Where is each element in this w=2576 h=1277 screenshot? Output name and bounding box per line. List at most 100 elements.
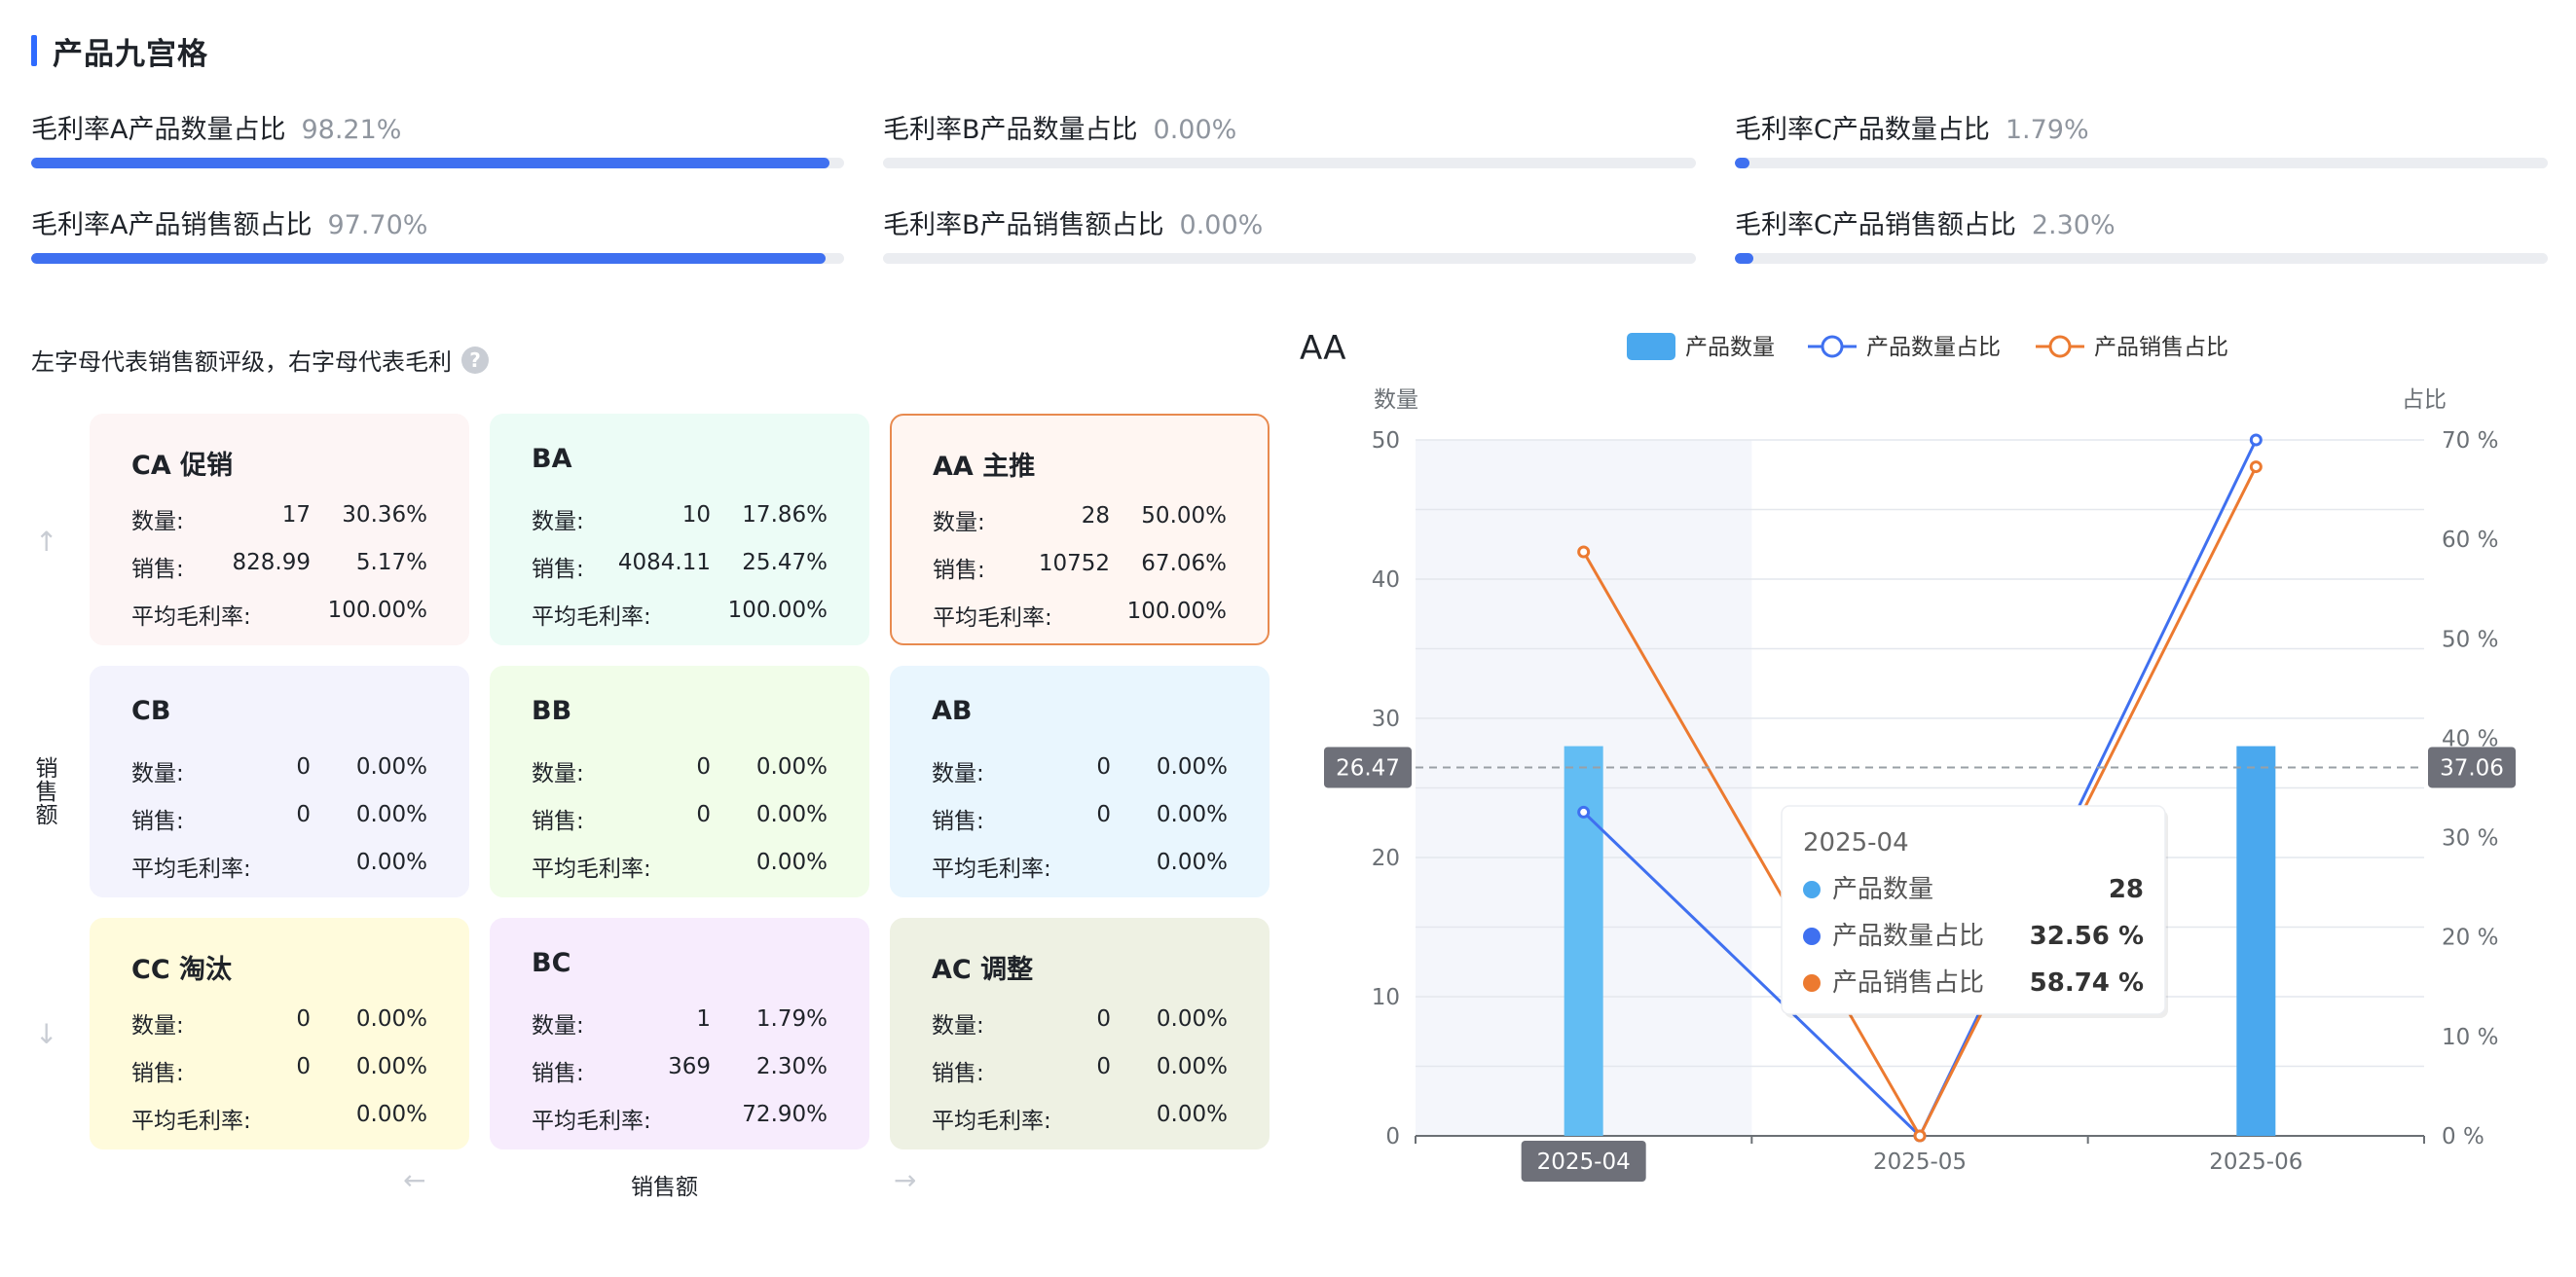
- tooltip-dot: [1803, 974, 1821, 992]
- grid-cell[interactable]: BA 数量: 10 17.86% 销售: 4084.11 25.47% 平均毛利率: 100.0…: [490, 414, 869, 645]
- progress-track: [883, 158, 1696, 168]
- tooltip: [1781, 805, 2166, 1015]
- right-arrow-icon: →: [894, 1164, 917, 1196]
- grid-cell[interactable]: AC 调整数量: 0 0.00% 销售: 0 0.00% 平均毛利率: 0.00%: [890, 918, 1270, 1149]
- down-arrow-icon: ↓: [35, 1018, 58, 1050]
- cell-row-value: 0: [1096, 1006, 1111, 1032]
- y-tick-label: 50: [1372, 428, 1400, 454]
- cell-row: 平均毛利率: 100.00%: [131, 598, 427, 630]
- tooltip-row-name: 产品销售占比: [1832, 968, 1984, 998]
- cell-row-label: 数量:: [532, 761, 584, 786]
- title-accent-bar: [31, 35, 37, 66]
- cell-row-value: 1: [696, 1006, 711, 1032]
- line-point: [1913, 1129, 1927, 1143]
- cell-row-value: 369: [668, 1054, 711, 1079]
- cell-row-label: 数量:: [933, 510, 985, 535]
- tooltip-row-value: 28: [2109, 875, 2144, 904]
- ratio-percent: 97.70%: [327, 210, 428, 240]
- cell-row-value: 0: [296, 754, 311, 780]
- cell-row-value: 0: [696, 754, 711, 780]
- cell-row-label: 平均毛利率:: [131, 1109, 251, 1134]
- cell-row-value: 828.99: [232, 550, 311, 575]
- cell-row-value: 100.00%: [1126, 599, 1227, 624]
- cell-row: 销售: 0 0.00%: [532, 802, 828, 834]
- cell-row-label: 数量:: [532, 1013, 584, 1039]
- legend-swatch-bar: [1627, 333, 1675, 360]
- y-tick-label: 30: [1372, 707, 1400, 732]
- y2-tick-label: 30 %: [2442, 826, 2498, 852]
- cell-row-label: 数量:: [932, 1013, 984, 1039]
- x-tick-label: 2025-04: [1537, 1149, 1631, 1175]
- cell-row: 数量: 17 30.36%: [131, 502, 427, 534]
- cell-title: BA: [532, 444, 572, 474]
- cell-row-label: 销售:: [933, 558, 985, 583]
- cell-row-percent: 1.79%: [755, 1006, 828, 1032]
- cell-row-label: 数量:: [131, 509, 184, 534]
- y2-tick-label: 60 %: [2442, 528, 2498, 553]
- ratio-label: 毛利率B产品数量占比 0.00%: [883, 113, 1696, 148]
- left-arrow-icon: ←: [403, 1164, 426, 1196]
- chart-title: AA: [1300, 329, 1346, 368]
- ratio-label: 毛利率C产品销售额占比 2.30%: [1735, 208, 2548, 243]
- bar: [1564, 746, 1603, 1136]
- cell-row-label: 数量:: [131, 761, 184, 786]
- cell-row-value: 0.00%: [355, 850, 427, 875]
- grid-cell[interactable]: BC 数量: 1 1.79% 销售: 369 2.30% 平均毛利率: 72.90%: [490, 918, 869, 1149]
- reference-badge-right: [2428, 747, 2516, 788]
- progress-fill: [1735, 253, 1754, 264]
- legend-label: 产品数量: [1685, 335, 1775, 360]
- cell-row: 销售: 828.99 5.17%: [131, 550, 427, 582]
- grid-cell[interactable]: BB 数量: 0 0.00% 销售: 0 0.00% 平均毛利率: 0.00%: [490, 666, 869, 897]
- cell-title: AB: [932, 696, 973, 726]
- y2-tick-label: 10 %: [2442, 1025, 2498, 1050]
- grid-cell[interactable]: CA 促销 数量: 17 30.36% 销售: 828.99 5.17% 平均毛利率: 100.…: [90, 414, 469, 645]
- cell-row-value: 4084.11: [617, 550, 711, 575]
- cell-title: CB: [131, 696, 171, 726]
- cell-row: 销售: 0 0.00%: [932, 1054, 1228, 1086]
- ratio-item: 毛利率B产品销售额占比 0.00%: [883, 208, 1696, 264]
- cell-row-percent: 25.47%: [742, 550, 828, 575]
- cell-title: BB: [532, 696, 572, 726]
- cell-row: 平均毛利率: 100.00%: [532, 598, 828, 630]
- ratio-item: 毛利率B产品数量占比 0.00%: [883, 113, 1696, 168]
- cell-row-label: 数量:: [532, 509, 584, 534]
- y-axis-label: 数量: [1374, 387, 1418, 413]
- cell-title: CC 淘汰: [131, 955, 233, 985]
- cell-row-value: 0: [296, 1006, 311, 1032]
- tooltip-title: 2025-04: [1803, 828, 1909, 857]
- grid-note: 左字母代表销售额评级，右字母代表毛利 ?: [31, 343, 489, 377]
- y2-axis-label: 占比: [2402, 387, 2447, 413]
- cell-row-value: 0: [1096, 1054, 1111, 1079]
- x-tick-label: 2025-06: [2209, 1149, 2302, 1175]
- grid-cell[interactable]: AA 主推 数量: 28 50.00% 销售: 10752 67.06% 平均毛利率: 100.…: [890, 414, 1270, 645]
- cell-row-label: 平均毛利率:: [532, 604, 651, 630]
- cell-title: AC 调整: [932, 955, 1034, 985]
- cell-row-value: 0: [1096, 754, 1111, 780]
- cell-row-value: 17: [281, 502, 311, 528]
- ratio-label-text: 毛利率C产品销售额占比: [1735, 210, 2016, 240]
- grid-cell[interactable]: AB 数量: 0 0.00% 销售: 0 0.00% 平均毛利率: 0.00%: [890, 666, 1270, 897]
- cell-row: 数量: 0 0.00%: [532, 754, 828, 786]
- progress-track: [31, 253, 844, 264]
- cell-row-value: 28: [1081, 503, 1110, 529]
- cell-row-label: 平均毛利率:: [932, 1109, 1051, 1134]
- cell-row-percent: 0.00%: [1156, 1006, 1228, 1032]
- line-point: [2249, 460, 2263, 474]
- cell-row: 平均毛利率: 100.00%: [933, 599, 1227, 631]
- ratio-item: 毛利率C产品销售额占比 2.30%: [1735, 208, 2548, 264]
- cell-row-label: 平均毛利率:: [932, 857, 1051, 882]
- y2-tick-label: 50 %: [2442, 627, 2498, 652]
- progress-track: [31, 158, 844, 168]
- cell-row-value: 0: [296, 1054, 311, 1079]
- cell-row-percent: 0.00%: [755, 754, 828, 780]
- tooltip-row-value: 32.56 %: [2030, 922, 2144, 951]
- cell-row-label: 数量:: [131, 1013, 184, 1039]
- grid-cell[interactable]: CC 淘汰 数量: 0 0.00% 销售: 0 0.00% 平均毛利率: 0.00%: [90, 918, 469, 1149]
- ratio-item: 毛利率A产品数量占比 98.21%: [31, 113, 844, 168]
- cell-row: 数量: 28 50.00%: [933, 503, 1227, 535]
- help-icon[interactable]: ?: [461, 346, 489, 374]
- tooltip-row-name: 产品数量: [1832, 875, 1933, 904]
- cell-row-value: 0.00%: [1156, 1102, 1228, 1127]
- grid-cell[interactable]: CB 数量: 0 0.00% 销售: 0 0.00% 平均毛利率: 0.00%: [90, 666, 469, 897]
- cell-row: 销售: 0 0.00%: [131, 1054, 427, 1086]
